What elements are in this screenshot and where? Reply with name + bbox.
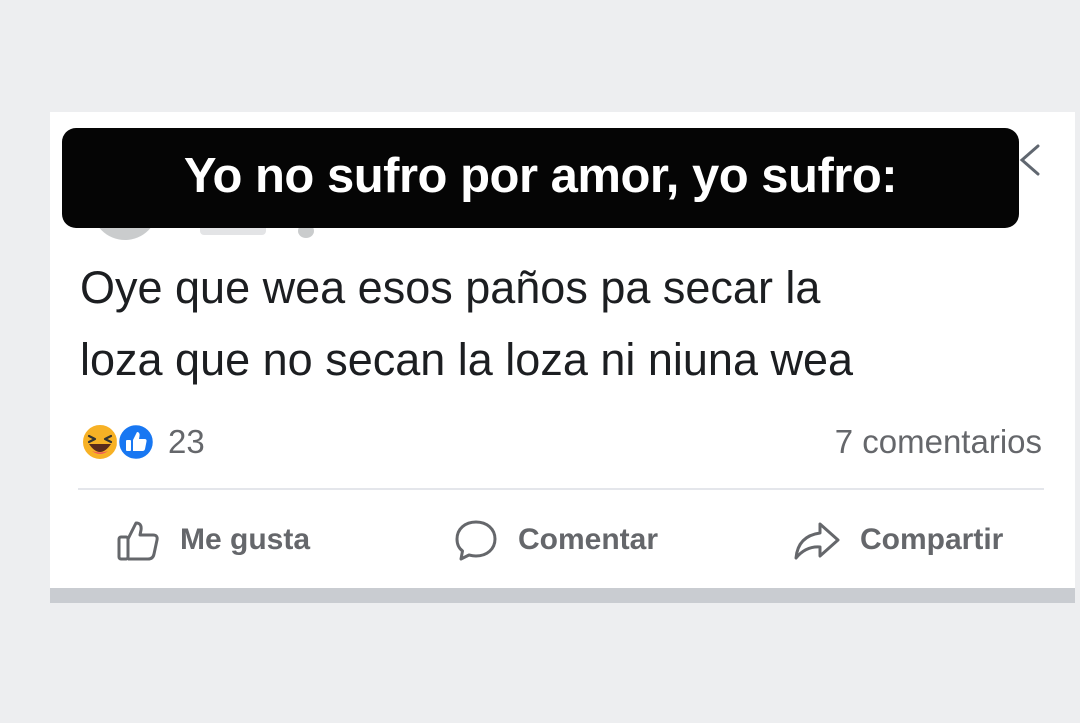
thumbs-up-icon (117, 521, 159, 561)
like-button[interactable]: Me gusta (114, 510, 310, 570)
comment-button[interactable]: Comentar (452, 510, 658, 570)
post-text-line-1: Oye que wea esos paños pa secar la (80, 262, 821, 313)
share-button[interactable]: Compartir (792, 510, 1003, 570)
reaction-count: 23 (168, 423, 205, 460)
comment-label: Comentar (518, 523, 659, 556)
like-label: Me gusta (180, 523, 311, 556)
share-label: Compartir (860, 523, 1004, 556)
post-text: Oye que wea esos paños pa secar la loza … (80, 252, 1060, 396)
meme-caption: Yo no sufro por amor, yo sufro: (62, 128, 1019, 228)
divider (78, 488, 1044, 490)
reactions-summary[interactable]: 23 (80, 421, 205, 463)
laughing-emoji-icon (81, 423, 119, 461)
share-arrow-icon (794, 522, 840, 560)
comments-count[interactable]: 7 comentarios (835, 421, 1042, 463)
card-bottom-edge (50, 588, 1075, 603)
thumbs-up-like-icon (116, 422, 156, 462)
post-text-line-2: loza que no secan la loza ni niuna wea (80, 334, 854, 385)
caption-text: Yo no sufro por amor, yo sufro: (183, 149, 898, 203)
comment-bubble-icon (455, 520, 497, 561)
